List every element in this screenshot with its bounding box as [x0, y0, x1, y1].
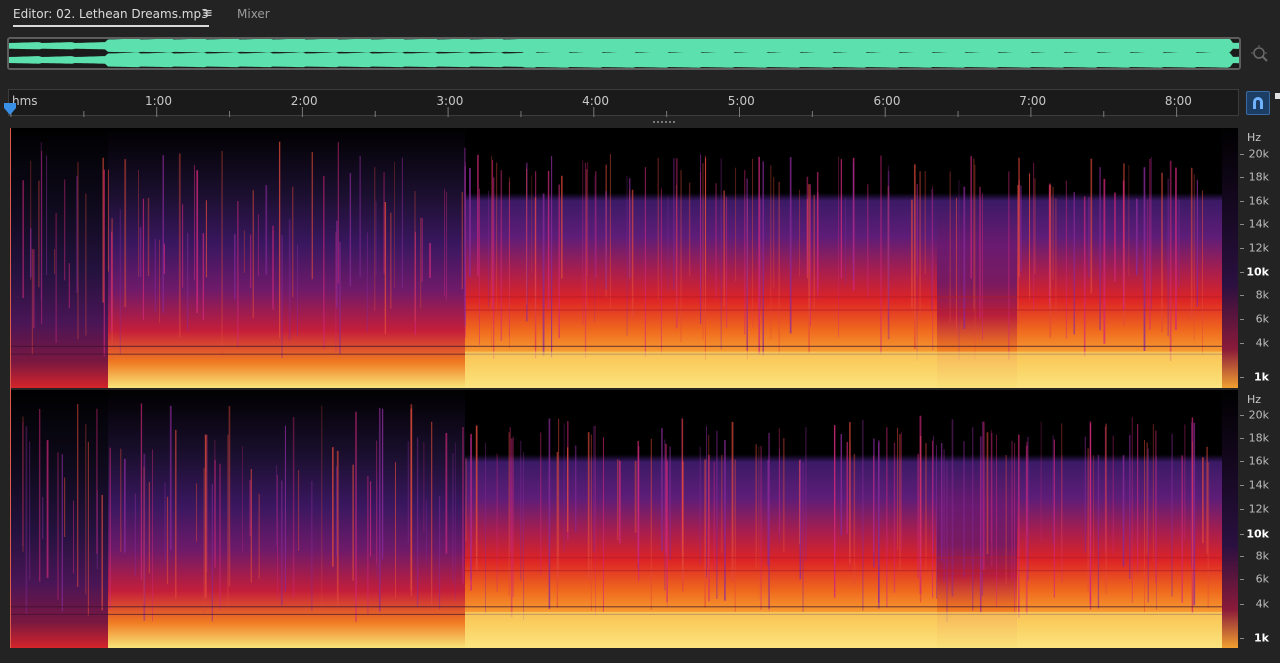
- frequency-tick: [1240, 534, 1244, 535]
- ruler-time-label: 2:00: [290, 94, 318, 108]
- spectrogram-channel-left[interactable]: [10, 128, 1238, 388]
- spectrogram-segment-break: [937, 128, 1017, 388]
- ruler-ticks: [10, 107, 1178, 117]
- spectrogram-segment-intro: [10, 390, 108, 648]
- overview-waveform[interactable]: [7, 37, 1241, 70]
- frequency-tick: [1240, 638, 1244, 639]
- overview-waveform-graphic: [9, 39, 1239, 68]
- frequency-unit-label: Hz: [1247, 393, 1262, 406]
- frequency-label: 4k: [1255, 597, 1269, 611]
- frequency-tick: [1240, 579, 1244, 580]
- tab-mixer[interactable]: Mixer: [237, 7, 270, 21]
- frequency-label: 4k: [1255, 336, 1269, 350]
- frequency-label: 16k: [1248, 194, 1269, 208]
- spectrogram-low-frequency-floor: [465, 611, 1222, 648]
- playhead-marker-icon[interactable]: [3, 102, 17, 116]
- frequency-tick: [1240, 485, 1244, 486]
- frequency-label: 6k: [1255, 572, 1269, 586]
- spectrogram-display: [10, 128, 1238, 388]
- frequency-unit-label: Hz: [1247, 131, 1262, 144]
- ruler-time-label: 5:00: [727, 94, 755, 108]
- frequency-tick: [1240, 509, 1244, 510]
- frequency-label: 20k: [1248, 408, 1269, 422]
- frequency-label: 1k: [1254, 631, 1269, 645]
- waveform-channel: [9, 39, 1239, 53]
- frequency-tick: [1240, 201, 1244, 202]
- spectrogram-segment-fade: [1222, 390, 1238, 648]
- frequency-tick: [1240, 461, 1244, 462]
- frequency-label: 18k: [1248, 170, 1269, 184]
- spectrogram-display: [10, 390, 1238, 648]
- frequency-tick: [1240, 248, 1244, 249]
- frequency-label: 20k: [1248, 147, 1269, 161]
- frequency-tick: [1240, 415, 1244, 416]
- tab-editor[interactable]: Editor: 02. Lethean Dreams.mp3: [13, 7, 209, 27]
- zoom-magnifier-icon[interactable]: [1250, 44, 1270, 64]
- frequency-tick: [1240, 177, 1244, 178]
- ruler-time-label: 1:00: [145, 94, 172, 108]
- frequency-label: 16k: [1248, 454, 1269, 468]
- frequency-label: 12k: [1248, 502, 1269, 516]
- snap-magnet-icon: [1253, 97, 1263, 109]
- frequency-label: 8k: [1255, 288, 1269, 302]
- spectrogram-channel-right[interactable]: [10, 390, 1238, 648]
- playhead-line: [10, 128, 11, 648]
- hamburger-icon[interactable]: ≡: [202, 6, 213, 21]
- frequency-label: 10k: [1246, 527, 1269, 541]
- frequency-tick: [1240, 377, 1244, 378]
- frequency-tick: [1240, 295, 1244, 296]
- frequency-label: 12k: [1248, 241, 1269, 255]
- spectrogram-segment-fade: [1222, 128, 1238, 388]
- spectrogram-segment-intro: [10, 128, 108, 388]
- ruler-time-label: 3:00: [436, 94, 464, 108]
- ruler-time-label: 4:00: [582, 94, 610, 108]
- frequency-tick: [1240, 319, 1244, 320]
- frequency-label: 1k: [1254, 370, 1269, 384]
- spectrogram-low-frequency-floor: [465, 351, 1222, 388]
- frequency-tick: [1240, 343, 1244, 344]
- ruler-edge-marker: [1275, 93, 1280, 99]
- frequency-label: 18k: [1248, 431, 1269, 445]
- panel-splitter-handle[interactable]: [652, 120, 678, 125]
- snap-toggle-button[interactable]: [1246, 91, 1270, 115]
- frequency-label: 6k: [1255, 312, 1269, 326]
- ruler-time-label: 6:00: [873, 94, 901, 108]
- frequency-label: 10k: [1246, 265, 1269, 279]
- spectrogram-segment-build: [108, 128, 465, 388]
- frequency-tick: [1240, 604, 1244, 605]
- spectrogram-segment-break: [937, 390, 1017, 648]
- spectrogram-segment-main: [465, 390, 937, 648]
- frequency-tick: [1240, 556, 1244, 557]
- bottom-strip: [0, 650, 1280, 663]
- frequency-scale-right[interactable]: Hz 20k 18k 16k 14k 12k 10k 8k 6k 4k 1k: [1240, 390, 1280, 648]
- editor-tab-bar: Editor: 02. Lethean Dreams.mp3 ≡ Mixer: [0, 0, 1280, 30]
- frequency-tick: [1240, 154, 1244, 155]
- frequency-tick: [1240, 438, 1244, 439]
- ruler-time-label: 7:00: [1019, 94, 1047, 108]
- time-ruler[interactable]: hms 1:00 2:00 3:00 4:00 5:00 6:00 7:00 8:00: [8, 89, 1239, 117]
- ruler-time-label: 8:00: [1164, 94, 1192, 108]
- frequency-tick: [1240, 224, 1244, 225]
- frequency-label: 14k: [1248, 478, 1269, 492]
- waveform-channel: [9, 52, 1239, 68]
- frequency-tick: [1240, 272, 1244, 273]
- frequency-label: 14k: [1248, 217, 1269, 231]
- frequency-scale-left[interactable]: Hz 20k 18k 16k 14k 12k 10k 8k 6k 4k 1k: [1240, 128, 1280, 388]
- frequency-label: 8k: [1255, 549, 1269, 563]
